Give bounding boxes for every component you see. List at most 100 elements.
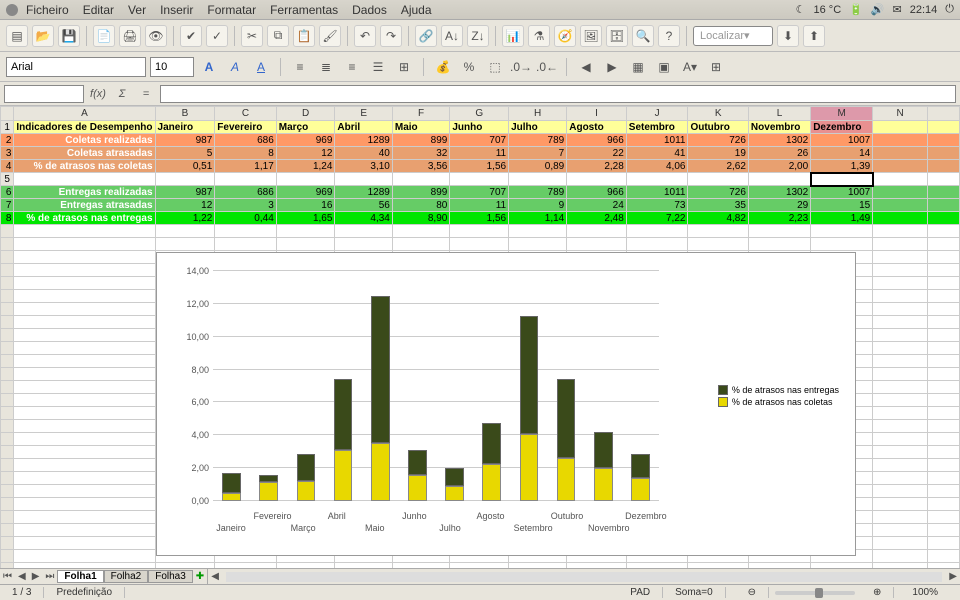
cell[interactable]: 1007 bbox=[811, 186, 873, 199]
cell[interactable] bbox=[873, 264, 928, 277]
hscroll-right-icon[interactable]: ▶ bbox=[946, 571, 960, 582]
shutdown-icon[interactable]: ⏻ bbox=[945, 3, 954, 16]
row-header[interactable] bbox=[1, 277, 14, 290]
cell[interactable] bbox=[873, 225, 928, 238]
cell[interactable] bbox=[873, 537, 928, 550]
function-wizard-icon[interactable]: f(x) bbox=[88, 88, 108, 100]
hscroll-left-icon[interactable]: ◀ bbox=[208, 571, 222, 582]
filter-icon[interactable]: ⚗ bbox=[528, 25, 550, 47]
cell[interactable] bbox=[14, 368, 155, 381]
cell[interactable] bbox=[335, 238, 392, 251]
cell[interactable] bbox=[155, 238, 215, 251]
cell[interactable]: 12 bbox=[155, 199, 215, 212]
cell[interactable] bbox=[14, 433, 155, 446]
chart-icon[interactable]: 📊 bbox=[502, 25, 524, 47]
undo-icon[interactable]: ↶ bbox=[354, 25, 376, 47]
cell[interactable]: Março bbox=[276, 121, 335, 134]
cell[interactable]: 4,82 bbox=[688, 212, 748, 225]
menu-data[interactable]: Dados bbox=[352, 3, 387, 17]
print-icon[interactable]: 🖨 bbox=[119, 25, 141, 47]
row-header[interactable] bbox=[1, 264, 14, 277]
cell[interactable] bbox=[873, 251, 928, 264]
font-name-input[interactable] bbox=[6, 57, 146, 77]
cell[interactable]: 35 bbox=[688, 199, 748, 212]
cell[interactable] bbox=[873, 381, 928, 394]
cell[interactable] bbox=[509, 225, 567, 238]
cell[interactable] bbox=[276, 238, 335, 251]
cell[interactable] bbox=[155, 225, 215, 238]
cell[interactable]: 1,49 bbox=[811, 212, 873, 225]
cell[interactable] bbox=[450, 238, 509, 251]
cell[interactable] bbox=[215, 173, 276, 186]
row-header[interactable] bbox=[1, 485, 14, 498]
cell[interactable]: 32 bbox=[392, 147, 449, 160]
row-header[interactable] bbox=[1, 498, 14, 511]
format-paint-icon[interactable]: 🖌 bbox=[319, 25, 341, 47]
row-header[interactable] bbox=[1, 381, 14, 394]
cell[interactable]: 1007 bbox=[811, 134, 873, 147]
decrease-indent-icon[interactable]: ◀ bbox=[575, 56, 597, 78]
cell[interactable] bbox=[14, 472, 155, 485]
row-header[interactable] bbox=[1, 407, 14, 420]
cell[interactable]: 2,48 bbox=[567, 212, 627, 225]
cell[interactable]: Dezembro bbox=[811, 121, 873, 134]
cell[interactable]: 3,10 bbox=[335, 160, 392, 173]
cell[interactable] bbox=[873, 329, 928, 342]
cell[interactable]: 24 bbox=[567, 199, 627, 212]
cell[interactable]: 2,62 bbox=[688, 160, 748, 173]
cell[interactable]: Maio bbox=[392, 121, 449, 134]
borders-icon[interactable]: ▦ bbox=[627, 56, 649, 78]
column-header[interactable] bbox=[1, 107, 14, 121]
sheet-tab-2[interactable]: Folha2 bbox=[104, 570, 149, 583]
zoom-in-icon[interactable]: ⊕ bbox=[861, 587, 894, 598]
cell[interactable]: 2,23 bbox=[748, 212, 810, 225]
cell[interactable]: 1011 bbox=[626, 186, 688, 199]
mail-icon[interactable]: ✉ bbox=[893, 3, 902, 16]
cell[interactable] bbox=[215, 238, 276, 251]
cell[interactable] bbox=[873, 433, 928, 446]
cell[interactable]: 3 bbox=[215, 199, 276, 212]
cell[interactable]: 1,56 bbox=[450, 212, 509, 225]
cell[interactable]: 726 bbox=[688, 134, 748, 147]
cell[interactable] bbox=[14, 290, 155, 303]
row-header[interactable] bbox=[1, 511, 14, 524]
cell[interactable] bbox=[14, 225, 155, 238]
cell[interactable]: Agosto bbox=[567, 121, 627, 134]
row-header[interactable] bbox=[1, 303, 14, 316]
cell[interactable] bbox=[873, 407, 928, 420]
cell[interactable] bbox=[14, 303, 155, 316]
cell[interactable] bbox=[14, 342, 155, 355]
row-header[interactable] bbox=[1, 446, 14, 459]
cell[interactable]: 899 bbox=[392, 186, 449, 199]
bold-icon[interactable]: A bbox=[198, 56, 220, 78]
zoom-icon[interactable]: 🔍 bbox=[632, 25, 654, 47]
sort-asc-icon[interactable]: A↓ bbox=[441, 25, 463, 47]
sort-desc-icon[interactable]: Z↓ bbox=[467, 25, 489, 47]
cell[interactable]: 56 bbox=[335, 199, 392, 212]
cell[interactable]: 1302 bbox=[748, 134, 810, 147]
cell[interactable]: 0,44 bbox=[215, 212, 276, 225]
cell[interactable]: Indicadores de Desempenho bbox=[14, 121, 155, 134]
cell[interactable]: Entregas realizadas bbox=[14, 186, 155, 199]
cell[interactable]: 789 bbox=[509, 186, 567, 199]
cell[interactable]: % de atrasos nas coletas bbox=[14, 160, 155, 173]
menu-edit[interactable]: Editar bbox=[83, 3, 114, 17]
cell[interactable] bbox=[335, 225, 392, 238]
menu-format[interactable]: Formatar bbox=[207, 3, 256, 17]
remove-decimal-icon[interactable]: .0← bbox=[536, 56, 558, 78]
cell[interactable] bbox=[688, 225, 748, 238]
window-control-icon[interactable] bbox=[6, 4, 18, 16]
preview-icon[interactable]: 👁 bbox=[145, 25, 167, 47]
cell[interactable]: 8 bbox=[215, 147, 276, 160]
cell[interactable]: 14 bbox=[811, 147, 873, 160]
cell[interactable]: 1289 bbox=[335, 186, 392, 199]
column-header[interactable]: E bbox=[335, 107, 392, 121]
row-header[interactable] bbox=[1, 459, 14, 472]
row-header[interactable] bbox=[1, 342, 14, 355]
cell[interactable]: Junho bbox=[450, 121, 509, 134]
cell[interactable] bbox=[14, 381, 155, 394]
column-header[interactable]: K bbox=[688, 107, 748, 121]
cell[interactable] bbox=[873, 420, 928, 433]
row-header[interactable]: 4 bbox=[1, 160, 14, 173]
hyperlink-icon[interactable]: 🔗 bbox=[415, 25, 437, 47]
